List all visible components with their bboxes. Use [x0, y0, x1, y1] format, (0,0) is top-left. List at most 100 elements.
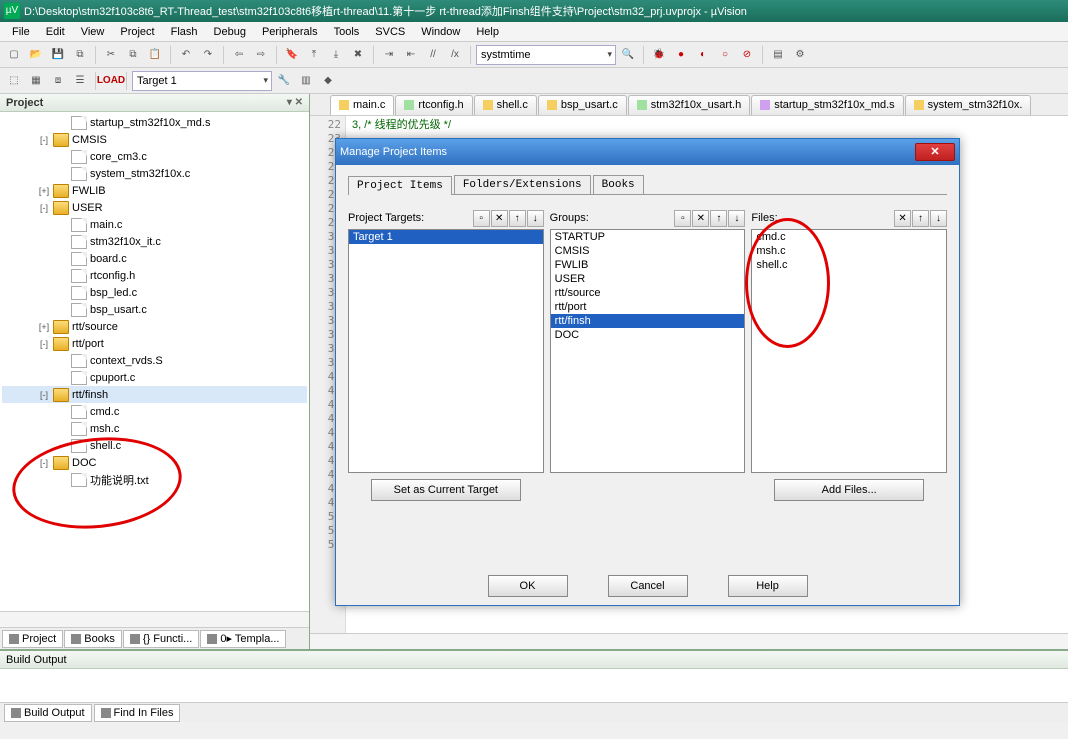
bookmark-next-icon[interactable]: ⤓	[326, 45, 346, 65]
editor-tab[interactable]: startup_stm32f10x_md.s	[751, 95, 903, 115]
cancel-button[interactable]: Cancel	[608, 575, 688, 597]
dialog-close-button[interactable]: ✕	[915, 143, 955, 161]
tree-file[interactable]: main.c	[2, 216, 307, 233]
menu-project[interactable]: Project	[112, 24, 162, 40]
new-group-icon[interactable]: ▫	[674, 210, 691, 227]
menu-file[interactable]: File	[4, 24, 38, 40]
tree-file[interactable]: bsp_usart.c	[2, 301, 307, 318]
target-combo[interactable]: Target 1	[132, 71, 272, 91]
target-up-icon[interactable]: ↑	[509, 210, 526, 227]
pane-tab[interactable]: {} Functi...	[123, 630, 200, 648]
tree-file[interactable]: startup_stm32f10x_md.s	[2, 114, 307, 131]
editor-tab[interactable]: bsp_usart.c	[538, 95, 627, 115]
list-item[interactable]: shell.c	[752, 258, 946, 272]
tree-folder[interactable]: [-]rtt/port	[2, 335, 307, 352]
tree-file[interactable]: 功能说明.txt	[2, 471, 307, 488]
saveall-icon[interactable]: ⧉	[70, 45, 90, 65]
tree-folder[interactable]: [-]rtt/finsh	[2, 386, 307, 403]
list-item[interactable]: Target 1	[349, 230, 543, 244]
translate-icon[interactable]: ⬚	[4, 71, 24, 91]
packs-icon[interactable]: ◆	[318, 71, 338, 91]
menu-peripherals[interactable]: Peripherals	[254, 24, 326, 40]
outdent-icon[interactable]: ⇤	[401, 45, 421, 65]
manage-icon[interactable]: ▥	[296, 71, 316, 91]
tree-file[interactable]: stm32f10x_it.c	[2, 233, 307, 250]
menu-debug[interactable]: Debug	[206, 24, 254, 40]
editor-tab[interactable]: stm32f10x_usart.h	[628, 95, 751, 115]
bp-kill-icon[interactable]: ⊘	[737, 45, 757, 65]
list-item[interactable]: cmd.c	[752, 230, 946, 244]
nav-fwd-icon[interactable]: ⇨	[251, 45, 271, 65]
list-item[interactable]: DOC	[551, 328, 745, 342]
dialog-titlebar[interactable]: Manage Project Items ✕	[336, 139, 959, 165]
bookmark-clear-icon[interactable]: ✖	[348, 45, 368, 65]
editor-tab[interactable]: system_stm32f10x.	[905, 95, 1032, 115]
list-item[interactable]: rtt/source	[551, 286, 745, 300]
help-button[interactable]: Help	[728, 575, 808, 597]
tree-file[interactable]: rtconfig.h	[2, 267, 307, 284]
list-item[interactable]: rtt/finsh	[551, 314, 745, 328]
rebuild-icon[interactable]: ⧈	[48, 71, 68, 91]
list-item[interactable]: FWLIB	[551, 258, 745, 272]
output-tab[interactable]: Build Output	[4, 704, 92, 722]
menu-help[interactable]: Help	[468, 24, 507, 40]
target-down-icon[interactable]: ↓	[527, 210, 544, 227]
pane-close-icon[interactable]: ▾ ✕	[287, 97, 303, 108]
collapse-icon[interactable]: [-]	[38, 339, 50, 349]
pane-tab[interactable]: Books	[64, 630, 122, 648]
menu-flash[interactable]: Flash	[163, 24, 206, 40]
expand-icon[interactable]: [+]	[38, 322, 50, 332]
add-files-button[interactable]: Add Files...	[774, 479, 924, 501]
editor-tab[interactable]: main.c	[330, 95, 394, 115]
search-combo[interactable]: systmtime	[476, 45, 616, 65]
group-up-icon[interactable]: ↑	[710, 210, 727, 227]
tree-file[interactable]: shell.c	[2, 437, 307, 454]
targets-list[interactable]: Target 1	[348, 229, 544, 473]
build-output-body[interactable]	[0, 669, 1068, 702]
menu-window[interactable]: Window	[413, 24, 468, 40]
tree-file[interactable]: board.c	[2, 250, 307, 267]
tree-file[interactable]: bsp_led.c	[2, 284, 307, 301]
tree-folder[interactable]: [+]rtt/source	[2, 318, 307, 335]
ok-button[interactable]: OK	[488, 575, 568, 597]
bp-toggle-icon[interactable]: ◐	[693, 45, 713, 65]
open-icon[interactable]: 📂	[26, 45, 46, 65]
list-item[interactable]: msh.c	[752, 244, 946, 258]
copy-icon[interactable]: ⧉	[123, 45, 143, 65]
list-item[interactable]: USER	[551, 272, 745, 286]
file-up-icon[interactable]: ↑	[912, 210, 929, 227]
comment-icon[interactable]: //	[423, 45, 443, 65]
new-target-icon[interactable]: ▫	[473, 210, 490, 227]
cut-icon[interactable]: ✂	[101, 45, 121, 65]
find-icon[interactable]: 🔍	[618, 45, 638, 65]
tree-folder[interactable]: [-]CMSIS	[2, 131, 307, 148]
batch-icon[interactable]: ☰	[70, 71, 90, 91]
collapse-icon[interactable]: [-]	[38, 390, 50, 400]
tree-file[interactable]: context_rvds.S	[2, 352, 307, 369]
set-current-target-button[interactable]: Set as Current Target	[371, 479, 521, 501]
delete-group-icon[interactable]: ✕	[692, 210, 709, 227]
options-icon[interactable]: 🔧	[274, 71, 294, 91]
tree-folder[interactable]: [-]USER	[2, 199, 307, 216]
window-icon[interactable]: ▤	[768, 45, 788, 65]
tree-file[interactable]: cpuport.c	[2, 369, 307, 386]
editor-tab[interactable]: rtconfig.h	[395, 95, 472, 115]
list-item[interactable]: rtt/port	[551, 300, 745, 314]
files-list[interactable]: cmd.cmsh.cshell.c	[751, 229, 947, 473]
dialog-tab[interactable]: Books	[593, 175, 644, 194]
dialog-tab[interactable]: Folders/Extensions	[454, 175, 591, 194]
editor-hscroll[interactable]	[310, 633, 1068, 649]
groups-list[interactable]: STARTUPCMSISFWLIBUSERrtt/sourcertt/portr…	[550, 229, 746, 473]
tree-file[interactable]: core_cm3.c	[2, 148, 307, 165]
bookmark-prev-icon[interactable]: ⤒	[304, 45, 324, 65]
redo-icon[interactable]: ↷	[198, 45, 218, 65]
tree-file[interactable]: cmd.c	[2, 403, 307, 420]
undo-icon[interactable]: ↶	[176, 45, 196, 65]
collapse-icon[interactable]: [-]	[38, 458, 50, 468]
uncomment-icon[interactable]: /x	[445, 45, 465, 65]
project-tree[interactable]: startup_stm32f10x_md.s[-]CMSIScore_cm3.c…	[0, 112, 309, 611]
list-item[interactable]: STARTUP	[551, 230, 745, 244]
indent-icon[interactable]: ⇥	[379, 45, 399, 65]
config-icon[interactable]: ⚙	[790, 45, 810, 65]
menu-tools[interactable]: Tools	[326, 24, 368, 40]
